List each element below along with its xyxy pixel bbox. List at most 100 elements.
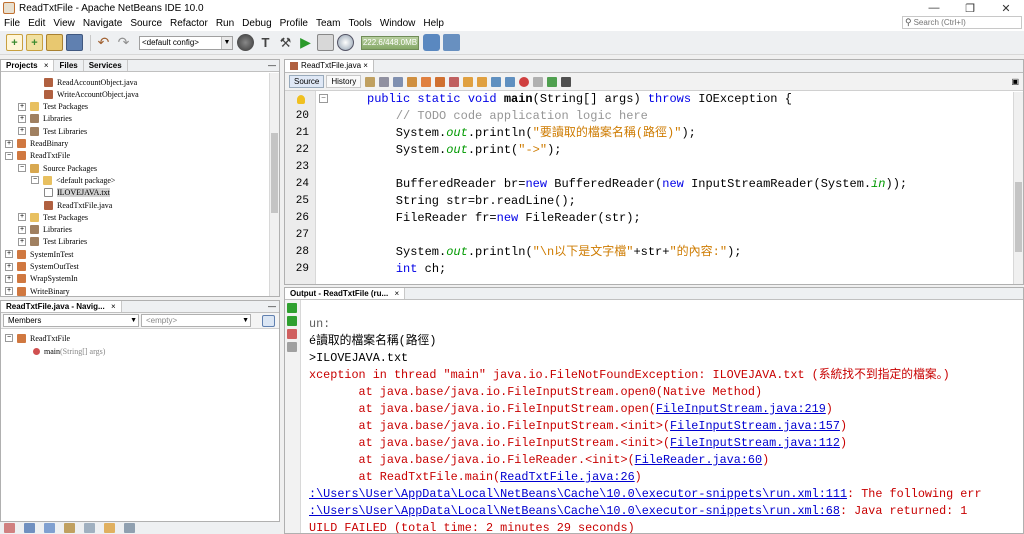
config-settings-icon[interactable] [237, 34, 254, 51]
source-view-button[interactable]: Source [289, 75, 325, 88]
expand-icon[interactable]: + [18, 127, 26, 136]
menu-file[interactable]: File [0, 18, 24, 29]
clear-icon[interactable] [287, 342, 297, 352]
redo-icon[interactable]: ↷ [115, 34, 132, 51]
search-input[interactable] [913, 18, 1009, 27]
status-icon[interactable] [64, 523, 75, 533]
menu-window[interactable]: Window [376, 18, 420, 29]
status-icon[interactable] [4, 523, 15, 533]
status-icon[interactable] [44, 523, 55, 533]
shift-right-icon[interactable] [505, 76, 516, 87]
editor-expand-icon[interactable]: ▣ [1011, 77, 1019, 86]
open-project-icon[interactable] [46, 34, 63, 51]
menu-view[interactable]: View [49, 18, 79, 29]
navigator-class-row[interactable]: − ReadTxtFile [5, 332, 70, 344]
close-icon[interactable]: × [44, 61, 49, 70]
undo-icon[interactable]: ↶ [95, 34, 112, 51]
code-line[interactable]: − public static void main(String[] args) … [285, 91, 1005, 108]
status-icon[interactable] [84, 523, 95, 533]
project-tree-row[interactable]: − ReadTxtFile [5, 150, 70, 162]
menu-debug[interactable]: Debug [238, 18, 275, 29]
menu-team[interactable]: Team [312, 18, 344, 29]
projects-scrollbar[interactable] [269, 73, 279, 296]
members-select[interactable]: Members ▼ [3, 314, 139, 327]
expand-icon[interactable]: + [18, 225, 26, 234]
project-tree-row[interactable]: + SystemInTest [5, 248, 73, 260]
close-icon[interactable]: × [363, 60, 368, 72]
warning-bulb-icon[interactable] [297, 95, 305, 104]
profile-icon[interactable] [337, 34, 354, 51]
toggle-highlight-icon[interactable] [449, 76, 460, 87]
project-tree-row[interactable]: + Libraries [18, 224, 72, 236]
menu-refactor[interactable]: Refactor [166, 18, 212, 29]
panel-minimize-icon[interactable]: — [265, 301, 279, 312]
project-tree-row[interactable]: + ReadBinary [5, 138, 68, 150]
comment-icon[interactable] [547, 76, 558, 87]
rerun-options-icon[interactable] [287, 316, 297, 326]
output-console[interactable]: un: é讀取的檔案名稱(路徑) >ILOVEJAVA.txt xception in… [309, 300, 1023, 533]
menu-navigate[interactable]: Navigate [79, 18, 126, 29]
maximize-button[interactable]: ❐ [952, 2, 988, 15]
code-line[interactable]: 20 // TODO code application logic here [285, 108, 1005, 125]
code-line[interactable]: 28 System.out.println("\n以下是文字檔"+str+"的內… [285, 244, 1005, 261]
fold-icon[interactable]: − [319, 94, 328, 103]
project-tree-row[interactable]: ReadAccountObject.java [44, 76, 137, 88]
code-line[interactable]: 24 BufferedReader br=new BufferedReader(… [285, 176, 1005, 193]
scroll-thumb[interactable] [271, 133, 278, 213]
expand-icon[interactable]: + [18, 237, 26, 246]
uncomment-icon[interactable] [561, 76, 572, 87]
search-box[interactable]: ⚲ [902, 16, 1022, 29]
collapse-icon[interactable]: − [5, 334, 13, 342]
forward-icon[interactable] [393, 76, 404, 87]
code-line[interactable]: 29 int ch; [285, 261, 1005, 278]
menu-profile[interactable]: Profile [276, 18, 312, 29]
menu-run[interactable]: Run [212, 18, 238, 29]
tab-navigator[interactable]: ReadTxtFile.java - Navig... × [1, 301, 122, 312]
code-line[interactable]: 26 FileReader fr=new FileReader(str); [285, 210, 1005, 227]
last-edit-icon[interactable] [365, 76, 376, 87]
project-tree-row[interactable]: + Test Libraries [18, 236, 87, 248]
project-tree-row[interactable]: + WrapSystemIn [5, 273, 78, 285]
menu-help[interactable]: Help [419, 18, 448, 29]
tab-readtxtfile-java[interactable]: ReadTxtFile.java × [285, 60, 374, 72]
tab-files[interactable]: Files [54, 60, 84, 71]
stacktrace-link[interactable]: FileInputStream.java:219 [656, 402, 826, 416]
scroll-thumb[interactable] [1015, 182, 1022, 252]
history-view-button[interactable]: History [326, 75, 362, 88]
navigator-options-icon[interactable] [262, 314, 275, 327]
shift-left-icon[interactable] [491, 76, 502, 87]
close-icon[interactable]: × [111, 302, 116, 311]
find-icon[interactable] [407, 76, 418, 87]
status-icon[interactable] [124, 523, 135, 533]
navigator-method-row[interactable]: main (String[] args) [33, 345, 105, 357]
record-macro-icon[interactable] [519, 76, 530, 87]
minimize-button[interactable]: — [916, 2, 952, 15]
clean-build-icon[interactable]: ⚒ [277, 34, 294, 51]
find-next-icon[interactable] [435, 76, 446, 87]
tab-output[interactable]: Output - ReadTxtFile (ru... × [285, 288, 406, 299]
menu-tools[interactable]: Tools [344, 18, 375, 29]
memory-indicator[interactable]: 222.6/448.0MB [361, 35, 419, 50]
expand-icon[interactable]: + [5, 287, 13, 296]
expand-icon[interactable]: + [18, 213, 26, 222]
expand-icon[interactable]: + [18, 102, 26, 111]
run-icon[interactable]: ▶ [297, 34, 314, 51]
project-tree-row[interactable]: ILOVEJAVA.txt [44, 187, 110, 199]
prev-bookmark-icon[interactable] [463, 76, 474, 87]
expand-icon[interactable]: + [5, 250, 13, 259]
stacktrace-link[interactable]: FileInputStream.java:157 [670, 419, 840, 433]
debug-icon[interactable] [317, 34, 334, 51]
code-line[interactable]: 21 System.out.println("要讀取的檔案名稱(路徑)"); [285, 125, 1005, 142]
tab-services[interactable]: Services [84, 60, 128, 71]
code-line[interactable]: 23 [285, 159, 1005, 176]
next-bookmark-icon[interactable] [477, 76, 488, 87]
collapse-icon[interactable]: − [5, 151, 13, 160]
stop-macro-icon[interactable] [533, 76, 544, 87]
stop-icon[interactable] [287, 329, 297, 339]
config-select[interactable]: <default config> ▼ [139, 35, 233, 50]
project-tree-row[interactable]: + Test Libraries [18, 125, 87, 137]
code-line[interactable]: 25 String str=br.readLine(); [285, 193, 1005, 210]
rerun-icon[interactable] [287, 303, 297, 313]
expand-icon[interactable]: + [18, 114, 26, 123]
save-all-icon[interactable] [66, 34, 83, 51]
